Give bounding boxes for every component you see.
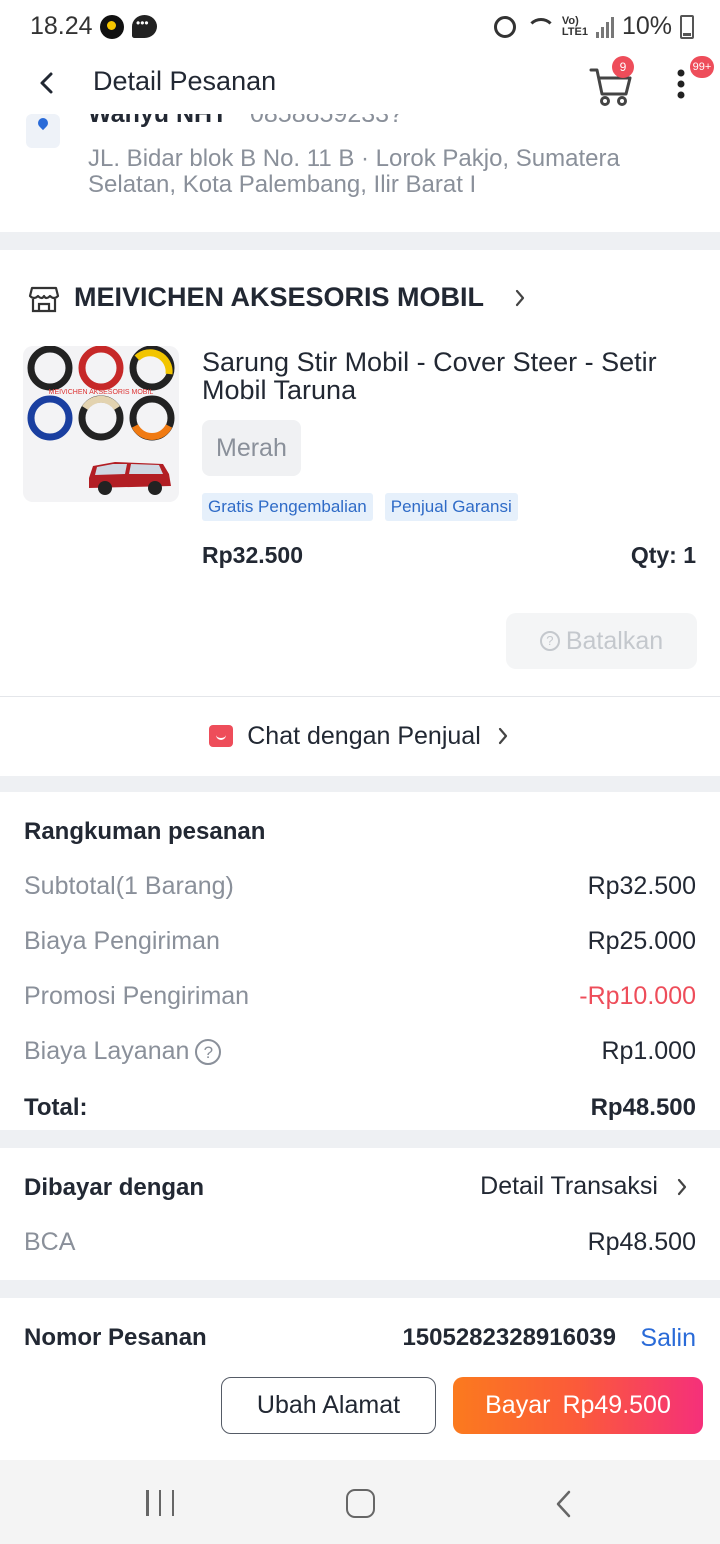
page-title: Detail Pesanan xyxy=(93,66,277,96)
chat-seller-label: Chat dengan Penjual xyxy=(247,721,481,750)
row-value: Rp25.000 xyxy=(587,927,696,955)
chat-bubble-icon xyxy=(209,725,234,747)
system-back-icon[interactable] xyxy=(552,1488,576,1520)
payment-method-row: BCA Rp48.500 xyxy=(24,1228,696,1260)
variant-label: Merah xyxy=(202,420,301,476)
image-watermark: MEIVICHEN AKSESORIS MOBIL xyxy=(49,389,154,396)
chevron-right-icon xyxy=(677,1178,687,1195)
battery-percent: 10% xyxy=(621,12,672,40)
summary-row-service-fee: Biaya Layanan? Rp1.000 xyxy=(24,1037,696,1069)
row-value: -Rp10.000 xyxy=(579,982,696,1010)
back-arrow-icon[interactable] xyxy=(30,66,64,100)
chat-seller-button[interactable]: Chat dengan Penjual xyxy=(0,697,720,775)
total-value: Rp48.500 xyxy=(590,1094,696,1121)
pay-button[interactable]: Bayar Rp49.500 xyxy=(453,1377,703,1434)
row-value: Rp1.000 xyxy=(601,1037,696,1065)
app-header: Detail Pesanan 9 99+ xyxy=(0,54,720,114)
order-summary: Rangkuman pesanan Subtotal(1 Barang) Rp3… xyxy=(0,792,720,1130)
store-icon xyxy=(28,286,60,313)
payment-amount: Rp48.500 xyxy=(587,1228,696,1256)
product-title[interactable]: Sarung Stir Mobil - Cover Steer - Setir … xyxy=(202,348,702,404)
total-label: Total: xyxy=(24,1094,88,1121)
tag-free-return: Gratis Pengembalian xyxy=(202,493,373,521)
payment-section: Dibayar dengan Detail Transaksi BCA Rp48… xyxy=(0,1148,720,1280)
pay-amount: Rp49.500 xyxy=(562,1391,671,1419)
more-menu-icon[interactable] xyxy=(668,66,694,106)
summary-row-shipping-promo: Promosi Pengiriman -Rp10.000 xyxy=(24,982,696,1014)
section-divider xyxy=(0,1130,720,1148)
battery-icon xyxy=(680,14,694,39)
transaction-detail-label: Detail Transaksi xyxy=(480,1172,658,1200)
row-label: Biaya Layanan xyxy=(24,1037,190,1065)
cart-count-badge: 9 xyxy=(612,56,634,78)
alarm-icon xyxy=(493,15,516,38)
shop-name-link[interactable]: MEIVICHEN AKSESORIS MOBIL xyxy=(74,282,484,313)
section-divider xyxy=(0,232,720,250)
chevron-right-icon xyxy=(498,727,507,745)
address-text: JL. Bidar blok B No. 11 B · Lorok Pakjo,… xyxy=(88,145,620,198)
product-image[interactable]: MEIVICHEN AKSESORIS MOBIL xyxy=(23,346,179,502)
location-pin-icon xyxy=(26,114,60,148)
row-label: Subtotal(1 Barang) xyxy=(24,872,234,900)
payment-title: Dibayar dengan xyxy=(24,1174,205,1201)
transaction-detail-link[interactable]: Detail Transaksi xyxy=(480,1172,690,1201)
row-label: Biaya Pengiriman xyxy=(24,927,220,955)
status-icons: Vo) LTE1 10% xyxy=(493,12,694,41)
lte-label: Vo) LTE1 xyxy=(561,14,588,38)
change-address-button[interactable]: Ubah Alamat xyxy=(221,1377,436,1434)
summary-row-total: Total: Rp48.500 xyxy=(24,1094,696,1126)
section-divider xyxy=(0,1280,720,1298)
notification-badge: 99+ xyxy=(690,56,714,78)
product-tags: Gratis Pengembalian Penjual Garansi xyxy=(202,493,518,521)
section-divider xyxy=(0,776,720,792)
home-icon[interactable] xyxy=(346,1489,375,1518)
recent-apps-icon[interactable] xyxy=(146,1490,174,1516)
wifi-icon xyxy=(524,16,556,38)
signal-icon xyxy=(595,16,614,38)
pay-label: Bayar xyxy=(485,1391,551,1419)
status-time: 18.24 xyxy=(30,12,93,40)
question-circle-icon: ? xyxy=(539,631,560,651)
help-circle-icon[interactable]: ? xyxy=(195,1039,222,1065)
recipient-name: Wahyu NHT xyxy=(88,114,228,128)
shop-section: MEIVICHEN AKSESORIS MOBIL MEIVICHEN AKSE… xyxy=(0,250,720,776)
summary-title: Rangkuman pesanan xyxy=(24,818,266,845)
copy-order-number-link[interactable]: Salin xyxy=(640,1324,696,1353)
order-number-section: Nomor Pesanan 1505282328916039 Salin Uba… xyxy=(0,1298,720,1460)
notification-app-icon xyxy=(100,15,124,39)
system-nav-bar xyxy=(0,1460,720,1544)
order-number: 1505282328916039 xyxy=(402,1324,616,1351)
summary-row-shipping: Biaya Pengiriman Rp25.000 xyxy=(24,927,696,959)
status-bar: 18.24 Vo)LTE1 10% xyxy=(0,0,720,54)
recipient-phone: 0858859233? xyxy=(250,114,403,128)
product-price: Rp32.500 xyxy=(202,542,304,568)
row-value: Rp32.500 xyxy=(587,872,696,900)
chat-notification-icon xyxy=(132,15,157,38)
payment-method: BCA xyxy=(24,1228,76,1256)
order-number-label: Nomor Pesanan xyxy=(24,1324,207,1351)
shipping-address: Wahyu NHT 0858859233? JL. Bidar blok B N… xyxy=(0,114,720,232)
cancel-label: Batalkan xyxy=(565,626,664,655)
summary-row-subtotal: Subtotal(1 Barang) Rp32.500 xyxy=(24,872,696,904)
tag-seller-warranty: Penjual Garansi xyxy=(384,493,518,521)
product-qty: Qty: 1 xyxy=(630,542,696,568)
row-label: Promosi Pengiriman xyxy=(24,982,250,1010)
chevron-right-icon[interactable] xyxy=(512,286,528,310)
cancel-order-button[interactable]: ? Batalkan xyxy=(506,613,697,669)
